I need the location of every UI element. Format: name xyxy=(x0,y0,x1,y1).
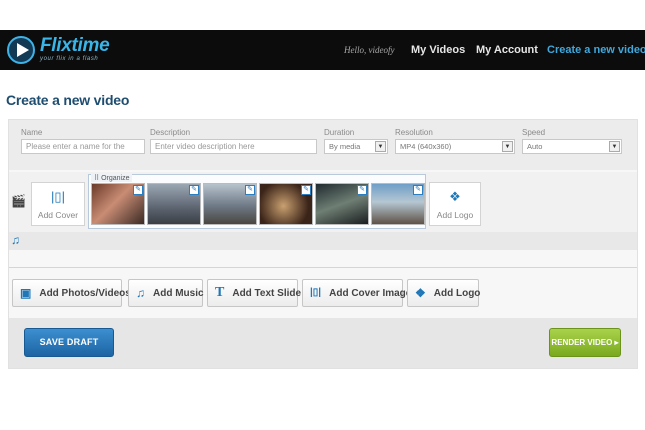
site-header: Flixtime your flix in a flash Hello, vid… xyxy=(0,30,645,70)
chevron-down-icon[interactable]: ▼ xyxy=(502,141,513,152)
add-photos-videos-button[interactable]: ▣ Add Photos/Videos xyxy=(12,279,131,307)
music-note-icon: ♫ xyxy=(136,286,145,300)
add-logo-label: Add Logo xyxy=(436,210,474,220)
nav-my-account[interactable]: My Account xyxy=(476,44,538,56)
edit-icon[interactable]: ✎ xyxy=(133,185,143,195)
brand-name: Flixtime xyxy=(40,35,110,56)
photos-icon: ▣ xyxy=(20,286,32,300)
add-music-button[interactable]: ♫ Add Music xyxy=(128,279,204,307)
logo-diamond-icon: ❖ xyxy=(449,189,461,204)
section-divider xyxy=(9,267,637,268)
duration-label: Duration xyxy=(324,128,355,137)
media-thumbnail[interactable]: ✎ xyxy=(315,183,369,225)
page-title: Create a new video xyxy=(6,92,130,108)
music-note-icon: ♫ xyxy=(11,233,20,247)
nav-my-videos[interactable]: My Videos xyxy=(411,44,465,56)
add-cover-image-label: Add Cover Image xyxy=(329,287,412,299)
organize-text: Organize xyxy=(101,175,130,182)
organize-label: ⠿ Organize xyxy=(91,174,133,182)
render-video-button[interactable]: RENDER VIDEO ▸ xyxy=(549,328,621,357)
add-photos-label: Add Photos/Videos xyxy=(39,287,131,299)
name-label: Name xyxy=(21,128,43,137)
speed-label: Speed xyxy=(522,128,546,137)
add-cover-label: Add Cover xyxy=(37,210,79,220)
logo-diamond-icon: ❖ xyxy=(415,286,426,300)
edit-icon[interactable]: ✎ xyxy=(301,185,311,195)
duration-value: By media xyxy=(329,142,361,151)
save-draft-button[interactable]: SAVE DRAFT xyxy=(24,328,114,357)
cover-strip-icon: |▯| xyxy=(51,189,65,204)
add-cover-image-button[interactable]: |▯| Add Cover Image xyxy=(302,279,411,307)
resolution-value: MP4 (640x360) xyxy=(400,142,452,151)
editor-panel: Name Please enter a name for the Descrip… xyxy=(8,119,638,369)
add-text-slide-button[interactable]: T Add Text Slide xyxy=(207,279,302,307)
add-text-label: Add Text Slide xyxy=(232,287,302,299)
description-label: Description xyxy=(150,128,191,137)
speed-select[interactable]: Auto ▼ xyxy=(522,139,622,154)
chevron-down-icon[interactable]: ▼ xyxy=(609,141,620,152)
duration-select[interactable]: By media ▼ xyxy=(324,139,388,154)
nav-create-video[interactable]: Create a new video xyxy=(547,44,645,56)
cover-strip-icon: |▯| xyxy=(310,287,322,298)
chevron-down-icon[interactable]: ▼ xyxy=(375,141,386,152)
flixtime-logo[interactable]: Flixtime your flix in a flash xyxy=(6,34,110,66)
edit-icon[interactable]: ✎ xyxy=(357,185,367,195)
add-logo-tile[interactable]: ❖ Add Logo xyxy=(429,182,481,226)
user-greeting: Hello, videofy xyxy=(344,45,395,55)
speed-value: Auto xyxy=(527,142,543,151)
resolution-select[interactable]: MP4 (640x360) ▼ xyxy=(395,139,515,154)
edit-icon[interactable]: ✎ xyxy=(245,185,255,195)
media-thumbnail[interactable]: ✎ xyxy=(147,183,201,225)
media-thumbnail[interactable]: ✎ xyxy=(203,183,257,225)
music-track[interactable]: ♫ xyxy=(9,232,637,250)
add-cover-tile[interactable]: |▯| Add Cover xyxy=(31,182,85,226)
name-input[interactable]: Please enter a name for the xyxy=(21,139,145,154)
text-icon: T xyxy=(215,285,225,300)
play-logo-icon xyxy=(7,36,35,64)
resolution-label: Resolution xyxy=(395,128,433,137)
add-logo-button-label: Add Logo xyxy=(433,287,481,299)
video-settings-row: Name Please enter a name for the Descrip… xyxy=(9,120,637,170)
media-thumbnail[interactable]: ✎ xyxy=(91,183,145,225)
media-thumbnail[interactable]: ✎ xyxy=(259,183,313,225)
add-logo-button[interactable]: ❖ Add Logo xyxy=(407,279,481,307)
brand-tagline: your flix in a flash xyxy=(40,56,99,62)
edit-icon[interactable]: ✎ xyxy=(413,185,423,195)
top-whitespace xyxy=(0,0,645,30)
film-icon: 🎬 xyxy=(11,194,26,208)
add-music-label: Add Music xyxy=(153,287,204,299)
logo-text: Flixtime your flix in a flash xyxy=(40,35,110,63)
edit-icon[interactable]: ✎ xyxy=(189,185,199,195)
media-thumbnail[interactable]: ✎ xyxy=(371,183,425,225)
description-input[interactable]: Enter video description here xyxy=(150,139,317,154)
